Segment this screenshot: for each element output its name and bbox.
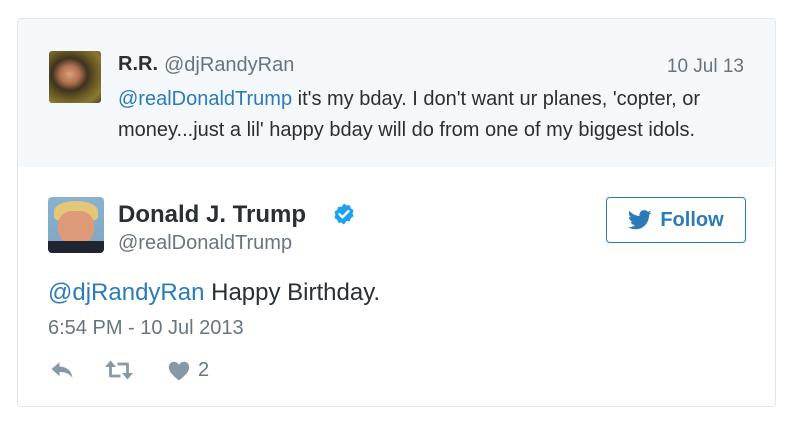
tweet-mention-link[interactable]: @djRandyRan xyxy=(48,279,204,306)
quoted-mention-link[interactable]: @realDonaldTrump xyxy=(118,88,292,110)
like-count: 2 xyxy=(198,359,210,381)
heart-icon xyxy=(168,361,190,380)
author-handle[interactable]: @realDonaldTrump xyxy=(118,232,292,255)
follow-button[interactable]: Follow xyxy=(606,197,746,243)
avatar-suit xyxy=(48,241,104,253)
twitter-bird-icon xyxy=(628,210,652,230)
tweet-text: @djRandyRan Happy Birthday. xyxy=(48,279,380,307)
tweet-text-body: Happy Birthday. xyxy=(204,279,381,306)
quoted-handle[interactable]: @djRandyRan xyxy=(164,54,294,77)
quoted-date[interactable]: 10 Jul 13 xyxy=(667,56,744,78)
quoted-tweet-text: @realDonaldTrump it's my bday. I don't w… xyxy=(118,84,758,146)
retweet-icon xyxy=(105,360,133,380)
reply-button[interactable] xyxy=(50,359,74,381)
quoted-tweet[interactable]: R.R. @djRandyRan 10 Jul 13 @realDonaldTr… xyxy=(18,19,775,167)
verified-badge-icon xyxy=(334,203,354,225)
quoted-display-name[interactable]: R.R. xyxy=(118,53,158,76)
retweet-button[interactable] xyxy=(104,359,134,381)
tweet-timestamp[interactable]: 6:54 PM - 10 Jul 2013 xyxy=(48,317,244,340)
author-avatar[interactable] xyxy=(48,197,104,253)
reply-icon xyxy=(51,362,73,379)
embedded-tweet-card: R.R. @djRandyRan 10 Jul 13 @realDonaldTr… xyxy=(17,18,776,407)
follow-button-label: Follow xyxy=(660,208,724,231)
avatar-face xyxy=(58,211,94,245)
author-display-name[interactable]: Donald J. Trump xyxy=(118,201,306,229)
like-button[interactable]: 2 xyxy=(168,359,209,382)
quoted-avatar[interactable] xyxy=(49,51,101,103)
